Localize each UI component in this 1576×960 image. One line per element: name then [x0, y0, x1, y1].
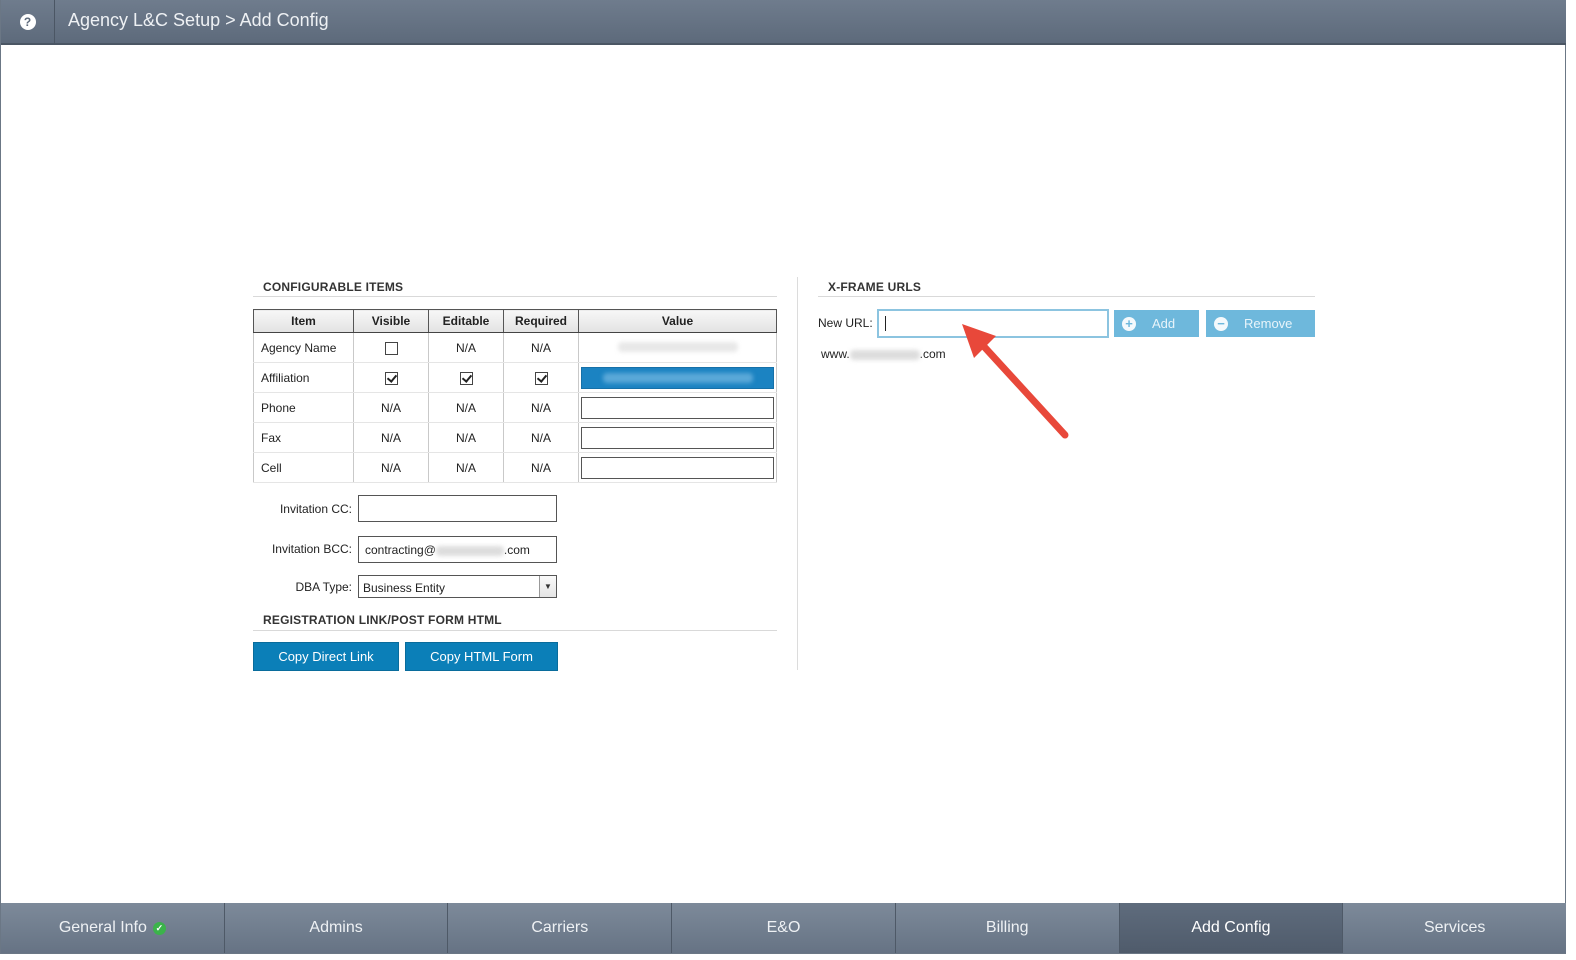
url-suffix: .com: [919, 347, 946, 361]
affiliation-value-field[interactable]: [581, 366, 774, 389]
bcc-suffix: .com: [503, 543, 530, 557]
value-cell: [578, 422, 777, 453]
tab-billing[interactable]: Billing: [895, 903, 1120, 953]
chevron-down-icon[interactable]: ▼: [539, 576, 556, 597]
section-divider: [818, 296, 1315, 297]
tab-admins[interactable]: Admins: [224, 903, 449, 953]
registration-title: REGISTRATION LINK/POST FORM HTML: [263, 613, 502, 627]
table-row: Cell N/A N/A N/A: [253, 452, 777, 483]
value-cell: [578, 392, 777, 423]
table-row: Affiliation: [253, 362, 777, 393]
section-divider: [253, 630, 777, 631]
value-cell: [578, 332, 777, 363]
phone-value-field[interactable]: [581, 396, 774, 419]
bcc-prefix: contracting@: [365, 543, 436, 557]
column-header: Item: [253, 309, 354, 333]
tab-label: General Info: [58, 919, 147, 936]
item-name: Affiliation: [253, 362, 354, 393]
visible-checkbox[interactable]: [384, 341, 398, 355]
item-name: Cell: [253, 452, 354, 483]
editable-cell: N/A: [428, 422, 504, 453]
editable-cell: N/A: [428, 332, 504, 363]
visible-cell: [353, 332, 429, 363]
plus-circle-icon: +: [1122, 316, 1136, 331]
required-checkbox[interactable]: [534, 371, 548, 385]
help-icon: ?: [19, 13, 36, 30]
help-button[interactable]: ?: [1, 0, 55, 43]
column-header: Value: [578, 309, 777, 333]
tab-services[interactable]: Services: [1343, 903, 1567, 953]
section-divider: [253, 296, 777, 297]
invitation-bcc-label: Invitation BCC:: [271, 542, 352, 556]
vertical-divider: [797, 277, 798, 670]
visible-cell: N/A: [353, 452, 429, 483]
fax-value-field[interactable]: [581, 426, 774, 449]
cell-value-field[interactable]: [581, 456, 774, 479]
new-url-label: New URL:: [818, 316, 873, 330]
minus-circle-icon: −: [1214, 316, 1228, 331]
visible-cell: N/A: [353, 392, 429, 423]
invitation-cc-input[interactable]: [358, 495, 557, 522]
invitation-bcc-input[interactable]: contracting@ .com: [358, 536, 557, 563]
required-cell: N/A: [503, 392, 579, 423]
table-row: Phone N/A N/A N/A: [253, 392, 777, 423]
breadcrumb: Agency L&C Setup > Add Config: [68, 10, 329, 30]
dba-type-label: DBA Type:: [295, 580, 352, 594]
editable-cell: N/A: [428, 452, 504, 483]
redacted-value: [602, 372, 753, 383]
remove-url-button[interactable]: − Remove: [1206, 310, 1315, 337]
required-cell: N/A: [503, 452, 579, 483]
tab-eo[interactable]: E&O: [672, 903, 896, 953]
item-name: Phone: [253, 392, 354, 423]
copy-html-form-button[interactable]: Copy HTML Form: [405, 642, 558, 671]
configurable-items-title: CONFIGURABLE ITEMS: [263, 280, 404, 294]
item-name: Agency Name: [253, 332, 354, 363]
xframe-urls-title: X-FRAME URLS: [828, 280, 922, 294]
table-row: Agency Name N/A N/A: [253, 332, 777, 363]
invitation-cc-label: Invitation CC:: [279, 502, 352, 516]
column-header: Required: [503, 309, 579, 333]
required-cell: N/A: [503, 332, 579, 363]
table-header-row: Item Visible Editable Required Value: [253, 309, 777, 333]
table-row: Fax N/A N/A N/A: [253, 422, 777, 453]
column-header: Editable: [428, 309, 504, 333]
editable-cell: [428, 362, 504, 393]
tab-add-config[interactable]: Add Config: [1119, 903, 1344, 953]
bottom-tab-bar: General Info ✓ Admins Carriers E&O Billi…: [1, 903, 1567, 953]
visible-cell: [353, 362, 429, 393]
header-bar: ? Agency L&C Setup > Add Config: [1, 0, 1566, 45]
dba-type-value: Business Entity: [363, 581, 446, 595]
add-label: Add: [1152, 316, 1176, 331]
editable-cell: N/A: [428, 392, 504, 423]
column-header: Visible: [353, 309, 429, 333]
required-cell: [503, 362, 579, 393]
url-list-item[interactable]: www. .com: [821, 347, 946, 361]
remove-label: Remove: [1244, 316, 1293, 331]
add-url-button[interactable]: + Add: [1114, 310, 1199, 337]
item-name: Fax: [253, 422, 354, 453]
editable-checkbox[interactable]: [459, 371, 473, 385]
app-frame: [0, 0, 1566, 954]
annotation-arrow-icon: [962, 324, 1069, 439]
visible-cell: N/A: [353, 422, 429, 453]
configurable-items-table: Item Visible Editable Required Value Age…: [253, 309, 777, 483]
dba-type-select[interactable]: Business Entity ▼: [358, 575, 557, 598]
redacted-domain: [849, 349, 920, 360]
value-cell: [578, 362, 777, 393]
value-cell: [578, 452, 777, 483]
text-cursor: [885, 316, 886, 331]
tab-carriers[interactable]: Carriers: [448, 903, 673, 953]
url-prefix: www.: [821, 347, 850, 361]
check-circle-icon: ✓: [152, 921, 166, 935]
redacted-domain: [435, 545, 504, 556]
required-cell: N/A: [503, 422, 579, 453]
visible-checkbox[interactable]: [384, 371, 398, 385]
redacted-value: [617, 341, 738, 352]
copy-direct-link-button[interactable]: Copy Direct Link: [253, 642, 399, 671]
tab-general-info[interactable]: General Info ✓: [1, 903, 225, 953]
